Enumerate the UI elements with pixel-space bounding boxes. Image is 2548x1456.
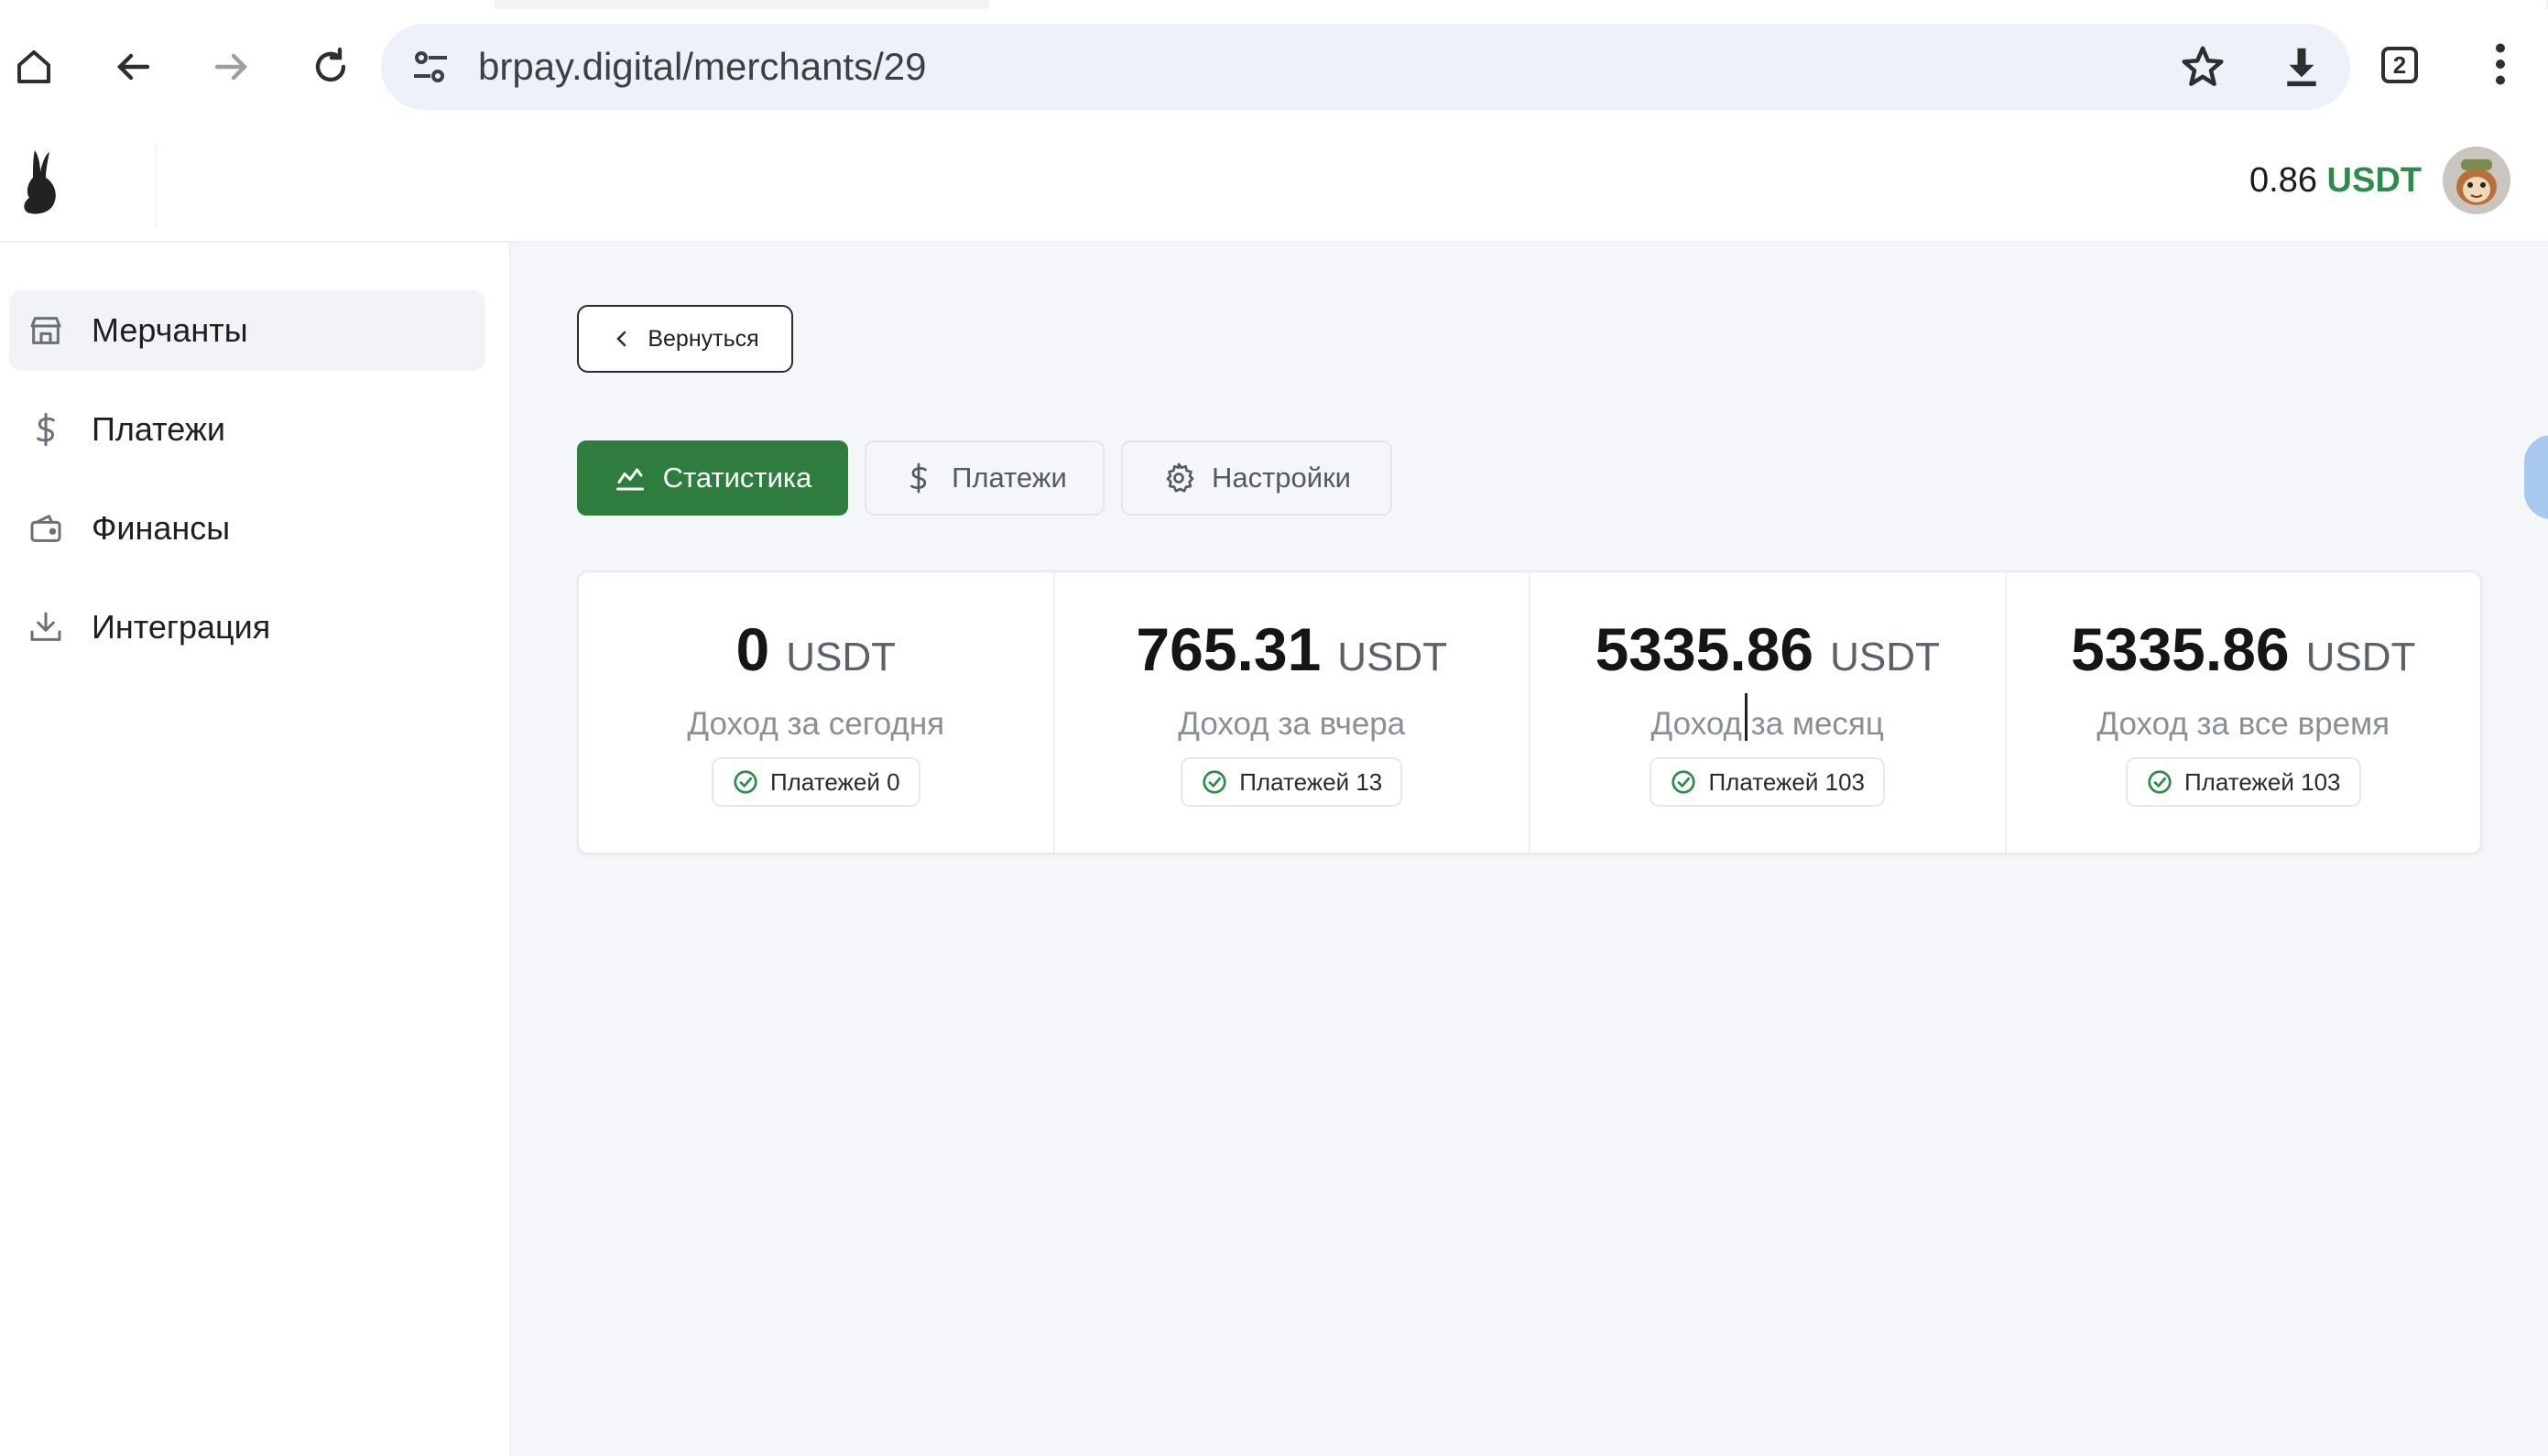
stat-value-line: 765.31 USDT	[1136, 614, 1447, 688]
side-panel-handle[interactable]	[2524, 435, 2548, 519]
tab-strip	[0, 0, 2548, 9]
stat-value: 765.31	[1136, 615, 1322, 683]
stats-card: 0 USDT Доход за сегодня Платежей 0 765.3…	[577, 570, 2482, 854]
download-tray-icon	[30, 612, 61, 641]
sidebar: Мерчанты Платежи Финансы Интеграция	[0, 243, 511, 1456]
browser-tab[interactable]	[0, 0, 495, 9]
payments-count-badge: Платежей 13	[1181, 757, 1403, 807]
stat-value-line: 5335.86 USDT	[2071, 614, 2415, 688]
tab-payments[interactable]: Платежи	[865, 440, 1105, 516]
back-button-label: Вернуться	[648, 325, 759, 352]
sidebar-item-label: Интеграция	[92, 608, 271, 646]
stat-caption: Доход за сегодня	[687, 706, 945, 742]
sidebar-item-finance[interactable]: Финансы	[9, 488, 485, 569]
store-icon	[30, 317, 61, 344]
browser-toolbar: brpay.digital/merchants/29 2	[0, 0, 2548, 127]
stat-caption: Доход за вчера	[1178, 706, 1406, 742]
tab-statistics[interactable]: Статистика	[577, 440, 848, 516]
badge-label: Платежей 13	[1239, 767, 1383, 796]
payments-count-badge: Платежей 103	[2125, 757, 2361, 807]
site-settings-icon[interactable]	[408, 45, 452, 89]
dollar-icon	[37, 412, 55, 447]
stat-month: 5335.86 USDT Доход за месяц Платежей 103	[1530, 572, 2007, 853]
stat-currency: USDT	[786, 635, 896, 679]
check-circle-icon	[1671, 770, 1696, 794]
gear-icon	[1166, 462, 1194, 493]
check-circle-icon	[734, 770, 757, 794]
badge-label: Платежей 103	[2183, 767, 2341, 796]
reload-icon	[315, 47, 346, 82]
badge-label: Платежей 103	[1708, 767, 1865, 796]
text-cursor	[1745, 693, 1748, 741]
dollar-icon	[910, 462, 927, 494]
stat-currency: USDT	[1830, 635, 1940, 679]
tab-settings[interactable]: Настройки	[1121, 440, 1392, 516]
back-nav-button[interactable]	[101, 35, 165, 99]
arrow-left-icon	[116, 53, 150, 81]
home-button[interactable]	[2, 35, 66, 99]
stat-currency: USDT	[2305, 635, 2416, 679]
avatar-icon	[2443, 147, 2510, 214]
stat-value: 5335.86	[1595, 615, 1814, 683]
star-icon[interactable]	[2178, 42, 2227, 92]
badge-label: Платежей 0	[769, 767, 900, 796]
stat-all-time: 5335.86 USDT Доход за все время Платежей…	[2007, 572, 2481, 853]
stat-value-line: 5335.86 USDT	[1595, 614, 1940, 688]
wallet-icon	[30, 515, 61, 542]
balance-currency: USDT	[2326, 161, 2422, 200]
tab-label: Платежи	[952, 462, 1067, 494]
app-header: 0.86 USDT	[0, 126, 2548, 243]
tab-label: Настройки	[1211, 462, 1351, 494]
check-circle-icon	[2148, 770, 2172, 794]
arrow-right-icon	[214, 53, 248, 81]
sidebar-item-integration[interactable]: Интеграция	[9, 587, 485, 668]
sidebar-item-label: Финансы	[92, 509, 231, 547]
stat-currency: USDT	[1337, 635, 1448, 679]
header-divider	[156, 145, 157, 227]
main-content: Вернуться Статистика Платежи Настройки 0…	[511, 243, 2548, 1456]
stat-today: 0 USDT Доход за сегодня Платежей 0	[579, 572, 1055, 853]
rabbit-logo-icon[interactable]	[18, 148, 66, 218]
tab-count-button[interactable]: 2	[2381, 47, 2418, 83]
stat-yesterday: 765.31 USDT Доход за вчера Платежей 13	[1055, 572, 1530, 853]
stat-value: 0	[735, 615, 770, 683]
url-text[interactable]: brpay.digital/merchants/29	[478, 24, 926, 110]
download-icon[interactable]	[2277, 42, 2326, 92]
stat-value-line: 0 USDT	[736, 614, 897, 688]
tab-label: Статистика	[662, 462, 812, 494]
stat-caption: Доход за месяц	[1650, 706, 1884, 742]
reload-button[interactable]	[299, 35, 363, 99]
avatar[interactable]	[2443, 147, 2510, 214]
payments-count-badge: Платежей 0	[711, 757, 920, 807]
browser-tab[interactable]	[989, 0, 2546, 9]
sidebar-item-label: Мерчанты	[92, 311, 248, 349]
check-circle-icon	[1203, 770, 1226, 794]
sidebar-item-label: Платежи	[92, 410, 226, 448]
sidebar-item-merchants[interactable]: Мерчанты	[9, 290, 485, 371]
address-bar[interactable]: brpay.digital/merchants/29	[381, 24, 2350, 110]
chevron-left-icon	[616, 331, 626, 347]
stat-caption: Доход за все время	[2096, 706, 2390, 742]
forward-nav-button[interactable]	[200, 35, 264, 99]
back-button[interactable]: Вернуться	[577, 305, 793, 373]
sidebar-item-payments[interactable]: Платежи	[9, 389, 485, 470]
payments-count-badge: Платежей 103	[1650, 757, 1885, 807]
chart-icon	[615, 468, 644, 491]
home-icon	[17, 50, 50, 83]
balance-value: 0.86	[2249, 161, 2317, 200]
stat-value: 5335.86	[2071, 615, 2290, 683]
more-vert-icon[interactable]	[2473, 37, 2528, 92]
balance-display: 0.86 USDT	[2249, 161, 2422, 201]
